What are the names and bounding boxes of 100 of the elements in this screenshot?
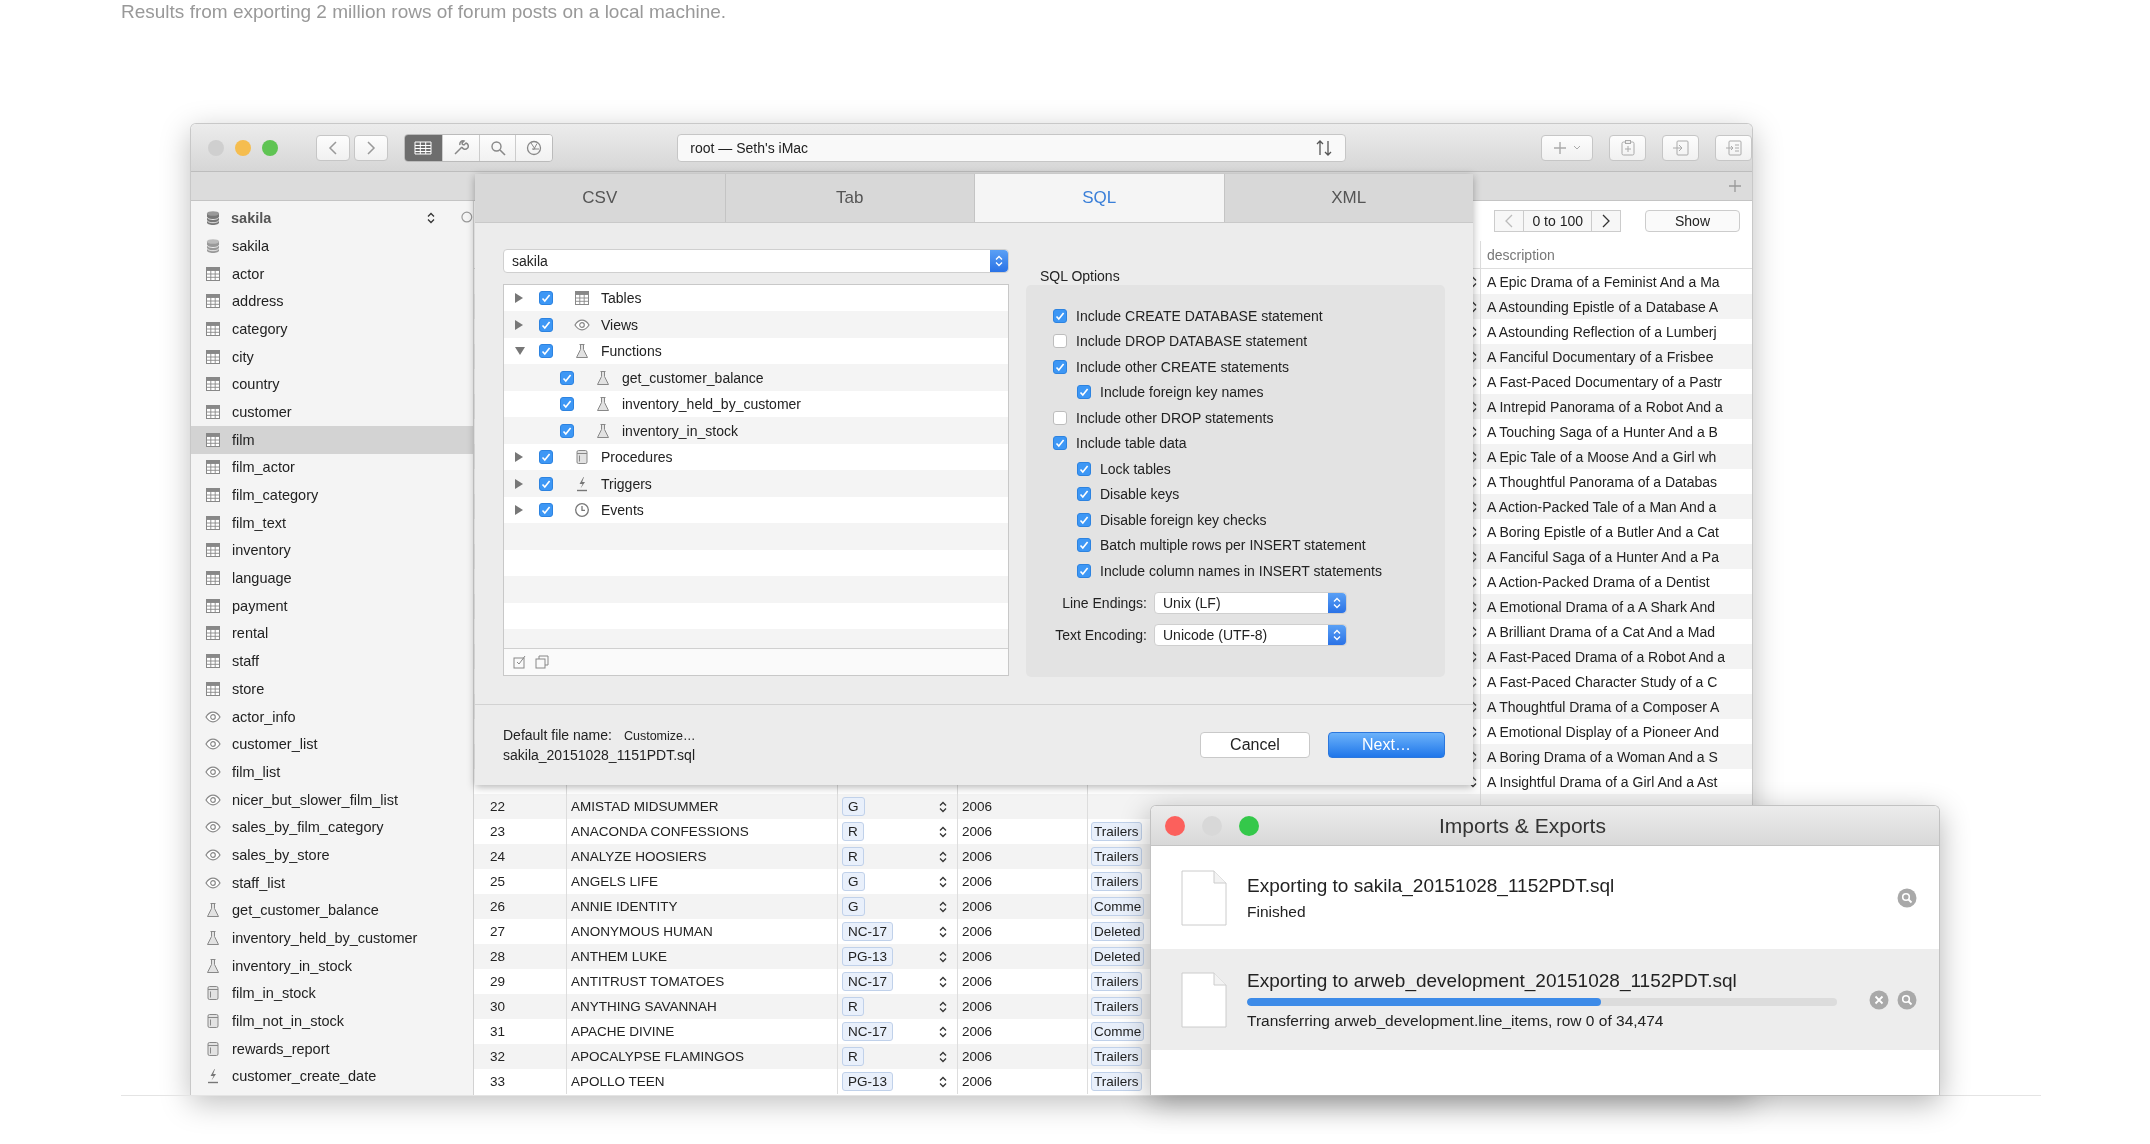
sidebar-item[interactable]: sales_by_film_category — [191, 813, 473, 842]
option-label[interactable]: Lock tables — [1100, 460, 1171, 477]
tree-item[interactable]: Triggers — [601, 475, 652, 492]
table-view-button[interactable] — [405, 134, 442, 161]
option-label[interactable]: Include other CREATE statements — [1076, 358, 1289, 375]
sidebar-item[interactable]: staff_list — [191, 868, 473, 897]
clipboard-button[interactable] — [1609, 134, 1646, 161]
sidebar-item[interactable]: customer_create_date — [191, 1062, 473, 1091]
sidebar-item[interactable]: staff — [191, 647, 473, 675]
sidebar-item[interactable]: category — [191, 315, 473, 343]
reveal-icon[interactable] — [1897, 887, 1917, 908]
tree-item[interactable]: inventory_held_by_customer — [622, 396, 801, 413]
sidebar-item[interactable]: film_category — [191, 481, 473, 509]
close-button[interactable] — [1165, 815, 1185, 836]
checkbox[interactable] — [1053, 308, 1067, 323]
checkbox[interactable] — [1053, 436, 1067, 451]
tree-item[interactable]: Functions — [601, 343, 662, 360]
checkbox[interactable] — [560, 397, 574, 412]
check-all-icon[interactable] — [512, 654, 528, 670]
sidebar-item[interactable]: language — [191, 564, 473, 592]
dropdown[interactable]: Unix (LF) — [1154, 591, 1347, 614]
checkbox[interactable] — [1077, 563, 1091, 578]
format-tab[interactable]: SQL — [974, 174, 1224, 222]
sidebar-item[interactable]: film_not_in_stock — [191, 1007, 473, 1035]
option-label[interactable]: Batch multiple rows per INSERT statement — [1100, 537, 1366, 554]
expand-triangle-icon[interactable] — [514, 477, 524, 490]
next-page-button[interactable] — [1591, 210, 1621, 232]
sidebar-item[interactable]: address — [191, 287, 473, 316]
sidebar-item[interactable]: country — [191, 370, 473, 399]
customize-button[interactable]: Customize… — [623, 729, 696, 743]
sidebar-item[interactable]: actor — [191, 259, 473, 288]
duplicate-icon[interactable] — [534, 654, 550, 670]
relations-button[interactable] — [515, 134, 553, 161]
sidebar-item[interactable]: customer — [191, 398, 473, 426]
tree-item[interactable]: Events — [601, 502, 644, 519]
option-label[interactable]: Disable foreign key checks — [1100, 511, 1267, 528]
option-label[interactable]: Include column names in INSERT statements — [1100, 562, 1382, 579]
checkbox[interactable] — [1053, 359, 1067, 374]
tree-item[interactable]: Tables — [601, 290, 642, 307]
option-label[interactable]: Include CREATE DATABASE statement — [1076, 307, 1323, 324]
cancel-button[interactable]: Cancel — [1200, 732, 1310, 758]
option-label[interactable]: Include foreign key names — [1100, 384, 1264, 401]
sidebar-item[interactable]: film — [191, 425, 473, 454]
show-button[interactable]: Show — [1645, 210, 1740, 232]
sidebar-item[interactable]: inventory_in_stock — [191, 951, 473, 980]
checkbox[interactable] — [539, 503, 553, 518]
sidebar-item[interactable]: rewards_report — [191, 1034, 473, 1063]
option-label[interactable]: Include other DROP statements — [1076, 409, 1274, 426]
checkbox[interactable] — [560, 423, 574, 438]
structure-button[interactable] — [441, 134, 479, 161]
tree-item[interactable]: Procedures — [601, 449, 673, 466]
sidebar-item[interactable]: nicer_but_slower_film_list — [191, 785, 473, 814]
checkbox[interactable] — [539, 291, 553, 306]
format-tab[interactable]: XML — [1223, 174, 1473, 222]
checkbox[interactable] — [1077, 487, 1091, 502]
expand-triangle-icon[interactable] — [514, 318, 524, 331]
cancel-icon[interactable] — [1869, 989, 1889, 1010]
tree-item[interactable]: get_customer_balance — [622, 369, 764, 386]
checkbox[interactable] — [539, 317, 553, 332]
option-label[interactable]: Include DROP DATABASE statement — [1076, 333, 1308, 350]
sidebar-item[interactable]: get_customer_balance — [191, 896, 473, 925]
sidebar-item[interactable]: film_in_stock — [191, 979, 473, 1008]
expand-triangle-icon[interactable] — [514, 451, 524, 464]
format-tab[interactable]: CSV — [475, 174, 725, 222]
database-select[interactable]: sakila — [503, 249, 1009, 273]
checkbox[interactable] — [1053, 334, 1067, 349]
sidebar-item[interactable]: rental — [191, 619, 473, 648]
checkbox[interactable] — [1077, 385, 1091, 400]
export-item[interactable]: Exporting to arweb_development_20151028_1152PDT.sql Transferring arweb_development.line_items, row 0 of 34,474 — [1151, 949, 1939, 1050]
checkbox[interactable] — [539, 476, 553, 491]
sidebar-item[interactable]: inventory_held_by_customer — [191, 924, 473, 952]
view-switcher[interactable] — [404, 133, 554, 162]
expand-triangle-icon[interactable] — [514, 504, 524, 517]
checkbox[interactable] — [539, 450, 553, 465]
sidebar-item[interactable]: city — [191, 342, 473, 371]
checkbox[interactable] — [560, 370, 574, 385]
sidebar-item[interactable]: film_list — [191, 758, 473, 786]
sidebar-item[interactable]: sales_by_store — [191, 841, 473, 869]
option-label[interactable]: Include table data — [1076, 435, 1187, 452]
collapse-triangle-icon[interactable] — [514, 346, 526, 357]
checkbox[interactable] — [1077, 538, 1091, 553]
reveal-icon[interactable] — [1897, 989, 1917, 1010]
checkbox[interactable] — [1053, 410, 1067, 425]
checkbox[interactable] — [1077, 512, 1091, 527]
search-button[interactable] — [478, 134, 516, 161]
option-label[interactable]: Disable keys — [1100, 486, 1180, 503]
sidebar-item[interactable]: film_text — [191, 508, 473, 537]
sidebar-item[interactable]: actor_info — [191, 702, 473, 731]
checkbox[interactable] — [539, 344, 553, 359]
sidebar-item[interactable]: customer_list — [191, 730, 473, 759]
sidebar-item[interactable]: film_actor — [191, 453, 473, 482]
sidebar-item[interactable]: sakila — [191, 232, 473, 260]
database-selector[interactable]: sakila — [231, 210, 418, 226]
expand-triangle-icon[interactable] — [514, 292, 524, 305]
tree-item[interactable]: Views — [601, 316, 639, 333]
connection-field[interactable]: root — Seth's iMac — [677, 133, 1346, 162]
sidebar-item[interactable]: store — [191, 675, 473, 703]
column-header[interactable]: description — [1480, 241, 1555, 268]
checkbox[interactable] — [1077, 461, 1091, 476]
sidebar-item[interactable]: inventory — [191, 536, 473, 565]
